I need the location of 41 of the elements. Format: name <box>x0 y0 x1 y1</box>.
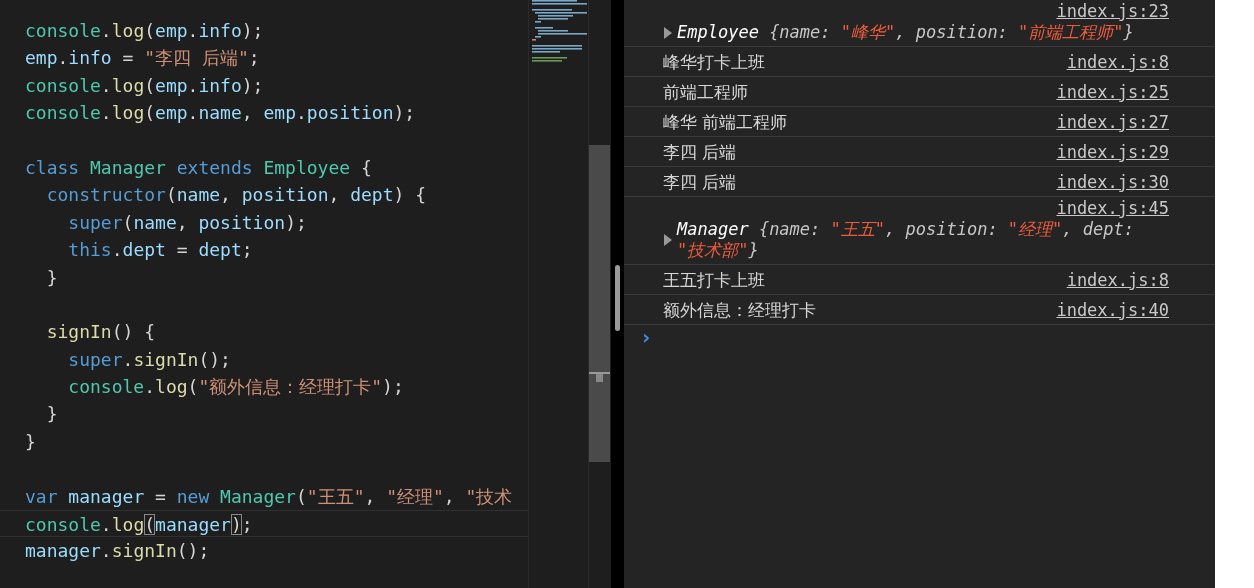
console-message: 李四 后端 <box>663 171 737 192</box>
code-line: constructor(name, position, dept) { <box>45 183 428 208</box>
source-link[interactable]: index.js:8 <box>1066 268 1169 291</box>
code-line: this.dept = dept; <box>67 238 254 263</box>
source-link[interactable]: index.js:45 <box>1056 197 1169 219</box>
code-line: console.log(emp.name, emp.position); <box>24 101 417 126</box>
console-message: 王五打卡上班 <box>663 269 765 290</box>
code-line: super.signIn(); <box>67 347 232 372</box>
code-line: class Manager extends Employee { <box>24 155 373 180</box>
console-message: 额外信息：经理打卡 <box>663 299 816 320</box>
source-link[interactable]: index.js:8 <box>1066 50 1169 73</box>
expand-arrow-icon[interactable] <box>663 234 673 246</box>
code-line: } <box>24 429 37 454</box>
console-message: 峰华 前端工程师 <box>663 111 788 132</box>
code-line: var manager = new Manager("王五", "经理", "技术 <box>24 484 514 509</box>
console-message: 峰华打卡上班 <box>663 51 765 72</box>
code-line: signIn() { <box>45 320 157 345</box>
source-link[interactable]: index.js:25 <box>1056 80 1169 103</box>
code-line: console.log(manager); <box>0 510 528 538</box>
console-message: 李四 后端 <box>663 141 737 162</box>
object-preview: Manager {name: "王五", position: "经理", dept: "技术部"} <box>677 219 1135 261</box>
scrollbar-thumb-icon[interactable] <box>615 265 620 331</box>
code-line: manager.signIn(); <box>24 539 211 564</box>
expand-arrow-icon[interactable] <box>663 26 673 39</box>
source-link[interactable]: index.js:27 <box>1056 110 1169 133</box>
code-line: } <box>45 402 59 427</box>
console-message: 前端工程师 <box>663 81 748 102</box>
code-line: } <box>45 265 59 290</box>
source-link[interactable]: index.js:40 <box>1056 298 1169 321</box>
code-line: console.log(emp.info); <box>24 73 265 98</box>
source-link[interactable]: index.js:23 <box>1056 0 1169 22</box>
object-preview: Employee {name: "峰华", position: "前端工程师"} <box>677 22 1135 43</box>
minimap-drawing <box>529 0 587 64</box>
source-link[interactable]: index.js:30 <box>1056 170 1169 193</box>
code-line: emp.info = "李四 后端"; <box>24 46 261 71</box>
scrollbar-thumb-icon[interactable] <box>589 145 610 462</box>
console-prompt[interactable]: › <box>624 317 653 349</box>
code-line: super(name, position); <box>67 210 308 235</box>
code-line: console.log(emp.info); <box>24 19 265 43</box>
source-link[interactable]: index.js:29 <box>1056 140 1169 163</box>
code-line: console.log("额外信息：经理打卡"); <box>67 375 405 400</box>
